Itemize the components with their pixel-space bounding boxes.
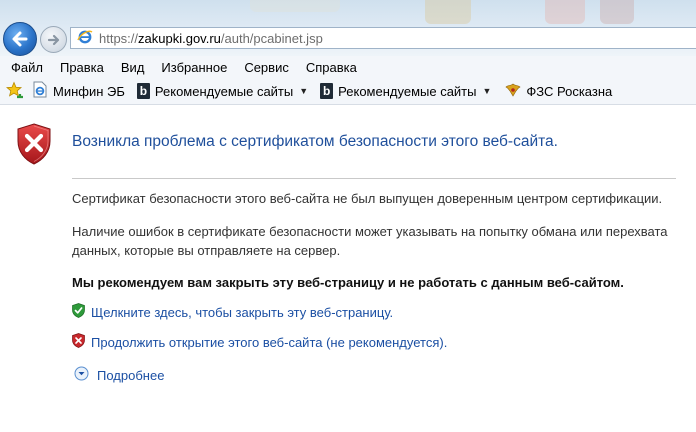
dropdown-arrow-icon: ▼ — [482, 86, 492, 96]
eagle-emblem-icon — [505, 82, 521, 101]
error-warning-text: Наличие ошибок в сертификате безопасност… — [72, 224, 668, 258]
favorites-star-icon[interactable] — [5, 80, 24, 102]
arrow-left-icon — [12, 31, 28, 47]
favorite-label: Рекомендуемые сайты — [338, 83, 477, 99]
green-shield-check-icon — [72, 303, 85, 321]
background-tab-shape — [545, 0, 585, 24]
url-domain: zakupki.gov.ru — [138, 30, 221, 46]
menu-help[interactable]: Справка — [299, 60, 364, 75]
dropdown-arrow-icon: ▼ — [299, 86, 309, 96]
favorites-bar: Минфин ЭБ b Рекомендуемые сайты ▼ b Реко… — [0, 78, 696, 105]
menu-favorites[interactable]: Избранное — [154, 60, 234, 75]
bing-icon: b — [320, 83, 334, 99]
certificate-error-page: Возникла проблема с сертификатом безопас… — [0, 105, 696, 432]
favorite-label: Рекомендуемые сайты — [154, 83, 294, 99]
address-bar[interactable]: https://zakupki.gov.ru/auth/pcabinet.jsp — [70, 27, 696, 49]
url-scheme: https:// — [99, 30, 139, 46]
favorite-minfin[interactable]: Минфин ЭБ — [32, 81, 125, 101]
continue-link-text[interactable]: Продолжить открытие этого веб-сайта (не … — [91, 335, 447, 350]
menu-edit[interactable]: Правка — [53, 60, 111, 75]
menu-bar: Файл Правка Вид Избранное Сервис Справка — [0, 56, 696, 78]
more-information-toggle[interactable]: Подробнее — [74, 366, 164, 384]
background-tab-shape — [600, 0, 634, 24]
more-information-label[interactable]: Подробнее — [97, 368, 164, 383]
bing-icon: b — [136, 83, 150, 99]
close-page-link-text[interactable]: Щелкните здесь, чтобы закрыть эту веб-ст… — [91, 305, 393, 320]
favorite-fzs-roskazna[interactable]: ФЗС Росказна — [505, 82, 612, 101]
background-tab-shape — [250, 0, 340, 12]
shield-error-icon — [16, 123, 52, 170]
divider — [72, 178, 676, 179]
menu-tools[interactable]: Сервис — [237, 60, 296, 75]
error-title: Возникла проблема с сертификатом безопас… — [72, 133, 558, 150]
browser-titlebar: https://zakupki.gov.ru/auth/pcabinet.jsp — [0, 0, 696, 56]
continue-to-site-link[interactable]: Продолжить открытие этого веб-сайта (не … — [72, 333, 447, 351]
favorite-label: ФЗС Росказна — [526, 83, 613, 99]
favorite-suggested-sites-2[interactable]: b Рекомендуемые сайты ▼ — [320, 83, 491, 99]
close-page-link[interactable]: Щелкните здесь, чтобы закрыть эту веб-ст… — [72, 303, 393, 321]
recommendation-text: Мы рекомендуем вам закрыть эту веб-стран… — [72, 275, 624, 290]
error-description: Сертификат безопасности этого веб-сайта … — [72, 191, 663, 206]
background-tab-shape — [425, 0, 471, 24]
menu-file[interactable]: Файл — [4, 60, 50, 75]
menu-view[interactable]: Вид — [114, 60, 152, 75]
favorite-suggested-sites-1[interactable]: b Рекомендуемые сайты ▼ — [136, 83, 309, 99]
favorite-label: Минфин ЭБ — [53, 83, 125, 99]
expand-chevron-icon — [74, 366, 89, 384]
red-shield-x-icon — [72, 333, 85, 351]
url-path: /auth/pcabinet.jsp — [220, 30, 323, 46]
arrow-right-icon — [47, 34, 59, 45]
forward-button[interactable] — [40, 26, 67, 53]
ie-page-icon — [32, 81, 48, 101]
ie-logo-icon — [77, 29, 93, 48]
back-button[interactable] — [3, 22, 37, 56]
